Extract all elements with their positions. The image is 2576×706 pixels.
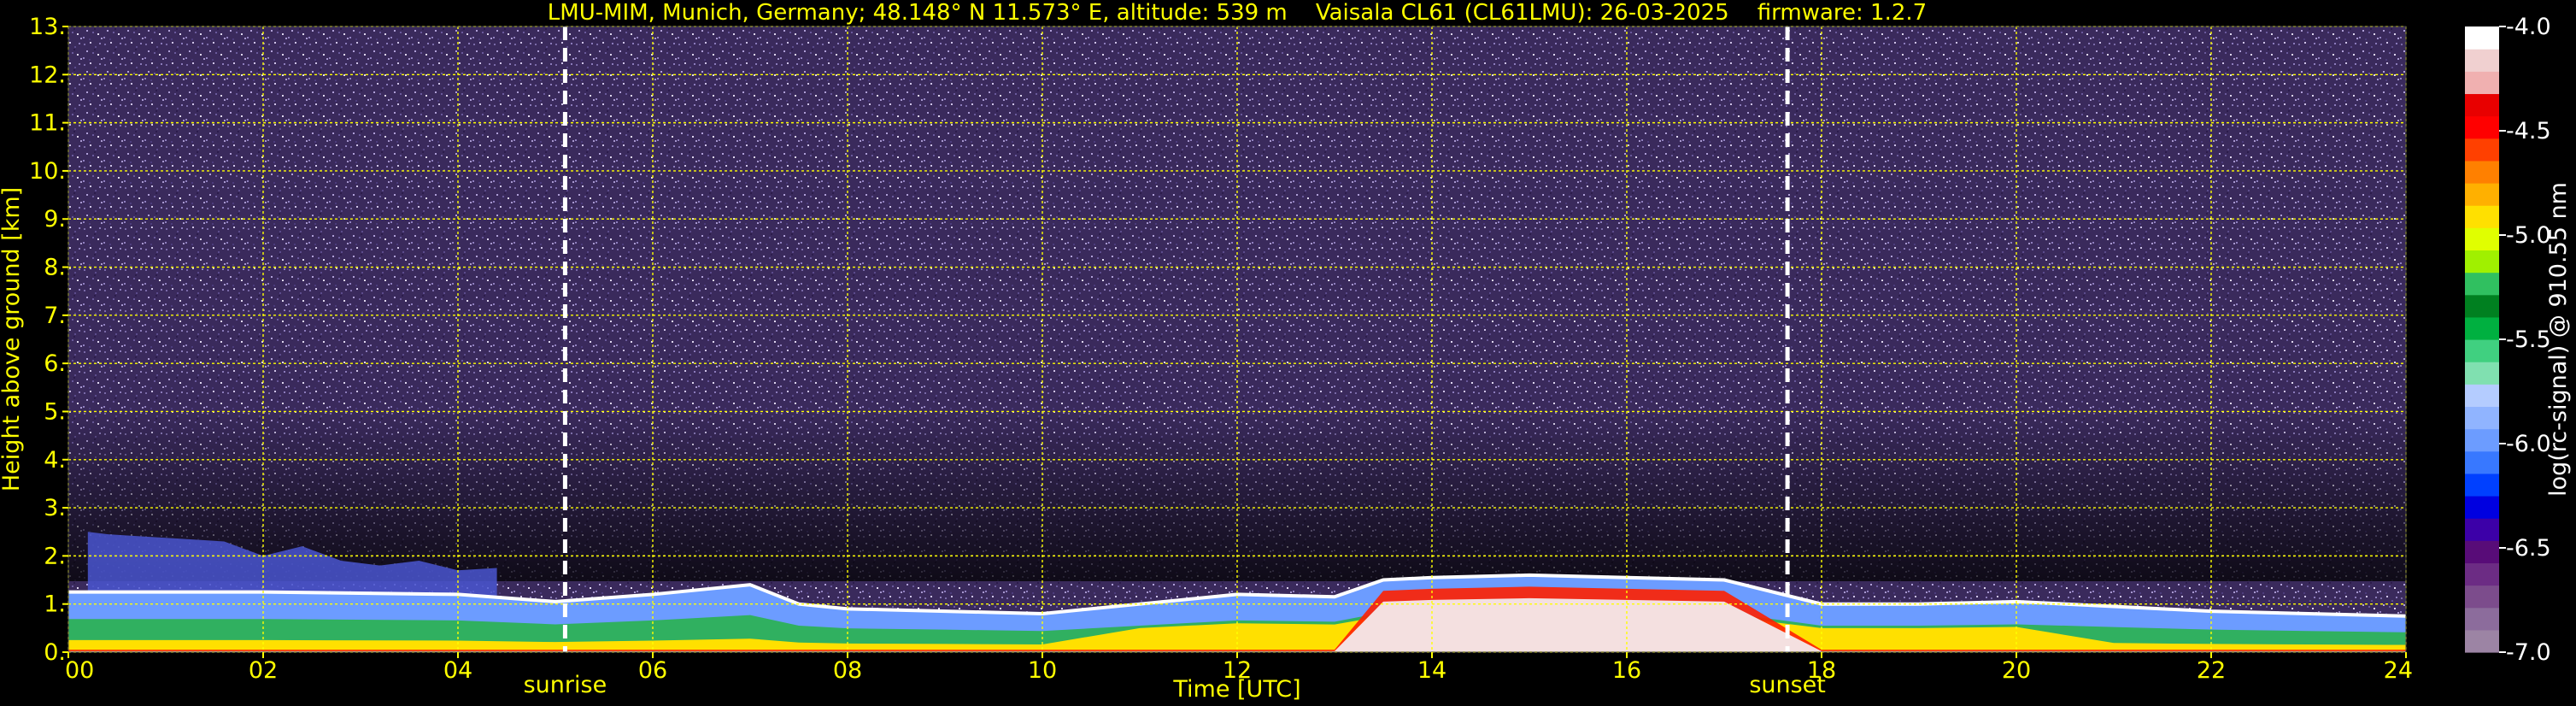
event-label-sunrise: sunrise [524, 672, 607, 698]
x-tick-label: 04 [443, 657, 472, 684]
y-tick-label: 2. [44, 543, 66, 569]
colorbar-swatch [2465, 71, 2499, 95]
colorbar-swatch [2465, 496, 2499, 519]
colorbar-swatch [2465, 227, 2499, 251]
colorbar-swatch [2465, 629, 2499, 653]
colorbar-swatch [2465, 585, 2499, 609]
colorbar-swatch [2465, 406, 2499, 430]
y-tick-label: 10. [29, 158, 66, 185]
x-tick-label: 22 [2197, 657, 2226, 684]
colorbar-swatch [2465, 473, 2499, 497]
colorbar-swatch [2465, 26, 2499, 50]
y-tick-label: 4. [44, 447, 66, 474]
ceilometer-chart: sunrise sunset 00 02 04 06 08 10 12 14 16 18 20 22 24… [0, 0, 2572, 703]
colorbar-tick-label: -7.0 [2506, 639, 2551, 666]
colorbar-swatch [2465, 339, 2499, 362]
x-tick-label: 08 [833, 657, 862, 684]
y-tick-label: 9. [44, 206, 66, 232]
colorbar-swatch [2465, 93, 2499, 117]
colorbar-swatch [2465, 362, 2499, 385]
colorbar-swatch [2465, 518, 2499, 541]
colorbar-swatch [2465, 183, 2499, 206]
x-tick-label: 06 [638, 657, 667, 684]
colorbar-swatch [2465, 316, 2499, 340]
x-tick-label: 20 [2002, 657, 2031, 684]
x-tick-label: 00 [65, 657, 94, 684]
colorbar-swatch [2465, 384, 2499, 408]
y-tick-label: 5. [44, 398, 66, 425]
y-tick-label: 8. [44, 255, 66, 281]
colorbar-swatch [2465, 428, 2499, 452]
x-tick-label: 18 [1807, 657, 1836, 684]
x-tick-label: 10 [1028, 657, 1057, 684]
colorbar-swatch [2465, 607, 2499, 631]
y-tick-label: 3. [44, 495, 66, 521]
colorbar-tick-label: -5.5 [2506, 327, 2551, 353]
colorbar-label: log(rc-signal) @ 910.55 nm [2545, 182, 2572, 497]
x-tick-label: 14 [1417, 657, 1446, 684]
colorbar-swatch [2465, 115, 2499, 139]
y-axis-label: Height above ground [km] [0, 187, 25, 491]
colorbar: -4.0 -4.5 -5.0 -5.5 -6.0 -6.5 -7.0 [2465, 14, 2551, 666]
y-tick-label: 12. [29, 62, 66, 88]
colorbar-swatch [2465, 450, 2499, 474]
colorbar-swatch [2465, 250, 2499, 274]
colorbar-swatch [2465, 160, 2499, 184]
colorbar-swatch [2465, 540, 2499, 564]
x-tick-label: 02 [249, 657, 278, 684]
colorbar-tick-label: -5.0 [2506, 222, 2551, 249]
y-tick-label: 7. [44, 303, 66, 329]
y-tick-label: 0. [44, 639, 66, 666]
colorbar-swatch [2465, 562, 2499, 586]
colorbar-swatch [2465, 138, 2499, 162]
colorbar-tick-label: -4.5 [2506, 118, 2551, 144]
colorbar-swatch [2465, 49, 2499, 72]
colorbar-swatch [2465, 272, 2499, 296]
y-axis-ticks: 0. 1. 2. 3. 4. 5. 6. 7. 8. 9. 10. 11. 12. 13. [29, 14, 68, 666]
y-tick-label: 1. [44, 591, 66, 618]
y-tick-label: 13. [29, 14, 66, 40]
colorbar-tick-label: -6.0 [2506, 431, 2551, 457]
chart-title: LMU-MIM, Munich, Germany; 48.148° N 11.5… [548, 0, 1927, 26]
colorbar-tick-label: -6.5 [2506, 535, 2551, 562]
x-axis-label: Time [UTC] [1172, 676, 1300, 703]
x-tick-label: 16 [1612, 657, 1641, 684]
colorbar-swatch [2465, 205, 2499, 228]
colorbar-tick-label: -4.0 [2506, 14, 2551, 40]
colorbar-swatch [2465, 294, 2499, 318]
y-tick-label: 6. [44, 350, 66, 377]
x-tick-label: 24 [2384, 657, 2413, 684]
y-tick-label: 11. [29, 110, 66, 137]
